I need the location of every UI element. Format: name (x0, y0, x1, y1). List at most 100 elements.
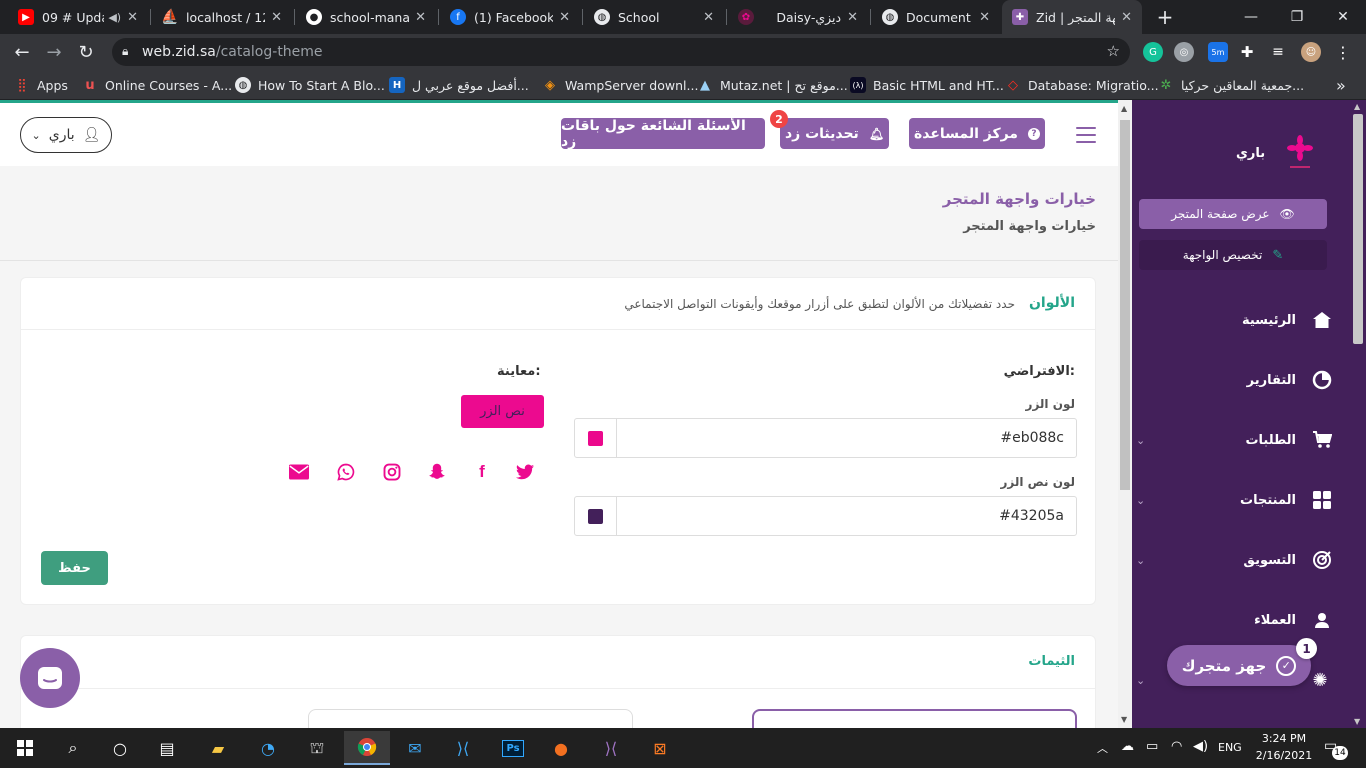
view-store-button[interactable]: عرض صفحة المتجر 👁︎ (1139, 199, 1327, 229)
mail-icon[interactable]: ✉ (400, 734, 430, 762)
reload-icon[interactable]: ↻ (74, 40, 98, 64)
faq-label: الأسئلة الشائعة حول باقات زد (561, 117, 746, 150)
sidebar: باري عرض صفحة المتجر 👁︎ تخصيص الواجهة ✎ … (1132, 100, 1350, 728)
browser-tab[interactable]: ◍ School ✕ (584, 0, 724, 34)
vscode-icon[interactable]: ⟩⟨ (448, 734, 478, 762)
preview-button[interactable]: نص الزر (461, 395, 544, 428)
new-tab-button[interactable]: + (1150, 0, 1180, 34)
chevron-down-icon[interactable]: ⌄ (1136, 674, 1145, 687)
sidebar-scrollbar[interactable]: ▲ ▼ (1350, 100, 1366, 728)
language-indicator[interactable]: ENG (1218, 741, 1242, 754)
extension-circle-icon[interactable]: ◎ (1174, 42, 1194, 62)
browser-tab[interactable]: f (1) Facebook ✕ (440, 0, 580, 34)
close-tab-icon[interactable]: ✕ (127, 10, 138, 25)
chat-launcher-button[interactable] (20, 648, 80, 708)
wifi-icon[interactable]: ◠ (1171, 739, 1182, 754)
globe-icon: ◍ (235, 77, 251, 93)
photoshop-icon[interactable]: Ps (498, 734, 528, 762)
sm-extension-icon[interactable]: 5m (1208, 42, 1228, 62)
bell-icon: 🔔︎ (868, 126, 885, 141)
onedrive-icon[interactable]: ☁ (1121, 739, 1134, 754)
back-icon[interactable]: ← (10, 40, 34, 64)
setup-store-widget[interactable]: جهز متجرك ✓ (1167, 645, 1311, 686)
forward-icon[interactable]: → (42, 40, 66, 64)
bookmark-apps[interactable]: ⣿ Apps (14, 70, 68, 100)
zid-icon: ✚ (1012, 9, 1028, 25)
button-color-field[interactable]: #eb088c (574, 418, 1077, 458)
more-bookmarks-button[interactable]: » (1336, 70, 1346, 100)
sidebar-item-products[interactable]: المنتجات (1240, 490, 1332, 510)
task-view-icon[interactable]: ▤ (152, 734, 182, 762)
close-window-icon[interactable]: ✕ (1320, 0, 1366, 34)
profile-avatar[interactable]: ☺ (1301, 42, 1321, 62)
main-scrollbar[interactable]: ▲ ▼ (1118, 100, 1132, 728)
browser-tab[interactable]: ✿ Daisy-ديزي ✕ (728, 0, 868, 34)
battery-icon[interactable]: ▭ (1146, 739, 1158, 754)
store-icon[interactable]: ⛫ (302, 734, 332, 762)
browser-tab[interactable]: ◍ Document ✕ (872, 0, 1000, 34)
settings-icon[interactable]: ✺ (1310, 670, 1330, 691)
clock-date[interactable]: 2/16/2021 (1254, 749, 1314, 762)
sidebar-item-marketing[interactable]: التسويق (1243, 550, 1332, 570)
sidebar-item-reports[interactable]: التقارير (1247, 370, 1332, 390)
browser-tab[interactable]: ● school-manag ✕ (296, 0, 436, 34)
save-button[interactable]: حفظ (41, 551, 108, 585)
bookmark-item[interactable]: ◍ How To Start A Blo... (235, 70, 385, 100)
bookmark-item[interactable]: ◈ WampServer downl... (542, 70, 698, 100)
close-tab-icon[interactable]: ✕ (271, 10, 282, 25)
tray-chevron-icon[interactable]: ︿ (1097, 740, 1108, 756)
bookmark-item[interactable]: (λ) Basic HTML and HT... (850, 70, 1004, 100)
theme-option[interactable] (308, 709, 633, 728)
chrome-taskbar-icon[interactable] (344, 731, 390, 765)
faq-button[interactable]: الأسئلة الشائعة حول باقات زد (561, 117, 765, 150)
media-control-icon[interactable]: ≡ (1268, 42, 1288, 62)
user-menu-button[interactable]: ⌄ باري 👤︎ (20, 117, 112, 153)
volume-icon[interactable]: ◀) (1193, 739, 1208, 754)
grammarly-icon[interactable]: G (1143, 42, 1163, 62)
color-swatch[interactable] (575, 497, 617, 535)
close-tab-icon[interactable]: ✕ (979, 10, 990, 25)
browser-tab-active[interactable]: ✚ Zid | جهة المتجر ✕ (1002, 0, 1142, 34)
xampp-icon[interactable]: ⊠ (645, 734, 675, 762)
sidebar-item-home[interactable]: الرئيسية (1242, 310, 1332, 330)
bookmark-item[interactable]: ▲ Mutaz.net | موقع تح... (697, 70, 848, 100)
clock-time[interactable]: 3:24 PM (1254, 732, 1314, 745)
hamburger-menu-icon[interactable] (1076, 127, 1096, 145)
cortana-icon[interactable]: ○ (105, 734, 135, 762)
chevron-down-icon[interactable]: ⌄ (1136, 494, 1145, 507)
visual-studio-icon[interactable]: ⟩⟨ (596, 734, 626, 762)
search-icon[interactable]: ⌕ (58, 734, 88, 762)
browser-tab[interactable]: ▶ 09 # Upda ◀) ✕ (8, 0, 148, 34)
windows-start-icon[interactable] (10, 734, 40, 762)
mute-icon[interactable]: ◀) (108, 11, 121, 24)
bookmark-item[interactable]: H أفضل موقع عربي ل... (389, 70, 529, 100)
address-bar[interactable]: 🔒︎ web.zid.sa/catalog-theme ☆ (112, 38, 1130, 66)
restore-icon[interactable]: ❐ (1274, 0, 1320, 34)
minimize-icon[interactable]: — (1228, 0, 1274, 34)
button-text-color-field[interactable]: #43205a (574, 496, 1077, 536)
close-tab-icon[interactable]: ✕ (415, 10, 426, 25)
color-swatch[interactable] (575, 419, 617, 457)
theme-option-selected[interactable] (752, 709, 1077, 728)
chevron-down-icon[interactable]: ⌄ (1136, 554, 1145, 567)
close-tab-icon[interactable]: ✕ (1121, 10, 1132, 25)
close-tab-icon[interactable]: ✕ (559, 10, 570, 25)
zid-updates-button[interactable]: تحديثات زد 🔔︎ (780, 118, 889, 149)
close-tab-icon[interactable]: ✕ (703, 10, 714, 25)
sidebar-item-orders[interactable]: الطلبات (1245, 430, 1332, 450)
file-explorer-icon[interactable]: ▰ (203, 734, 233, 762)
bookmark-star-icon[interactable]: ☆ (1107, 42, 1120, 60)
bookmark-item[interactable]: u Online Courses - A... (82, 70, 232, 100)
chevron-down-icon[interactable]: ⌄ (1136, 434, 1145, 447)
chrome-menu-icon[interactable]: ⋮ (1333, 42, 1353, 62)
edge-icon[interactable]: ◔ (253, 734, 283, 762)
extensions-puzzle-icon[interactable]: ✚ (1237, 42, 1257, 62)
customize-theme-button[interactable]: تخصيص الواجهة ✎ (1139, 240, 1327, 270)
sidebar-item-customers[interactable]: العملاء (1254, 610, 1332, 630)
close-tab-icon[interactable]: ✕ (847, 10, 858, 25)
browser-tab[interactable]: ⛵ localhost / 127 ✕ (152, 0, 292, 34)
bookmark-item[interactable]: ◇ Database: Migratio... (1005, 70, 1159, 100)
bookmark-item[interactable]: ✲ جمعية المعاقين حركيا... (1158, 70, 1305, 100)
postman-icon[interactable]: ● (546, 734, 576, 762)
help-center-button[interactable]: مركز المساعدة ? (909, 118, 1045, 149)
